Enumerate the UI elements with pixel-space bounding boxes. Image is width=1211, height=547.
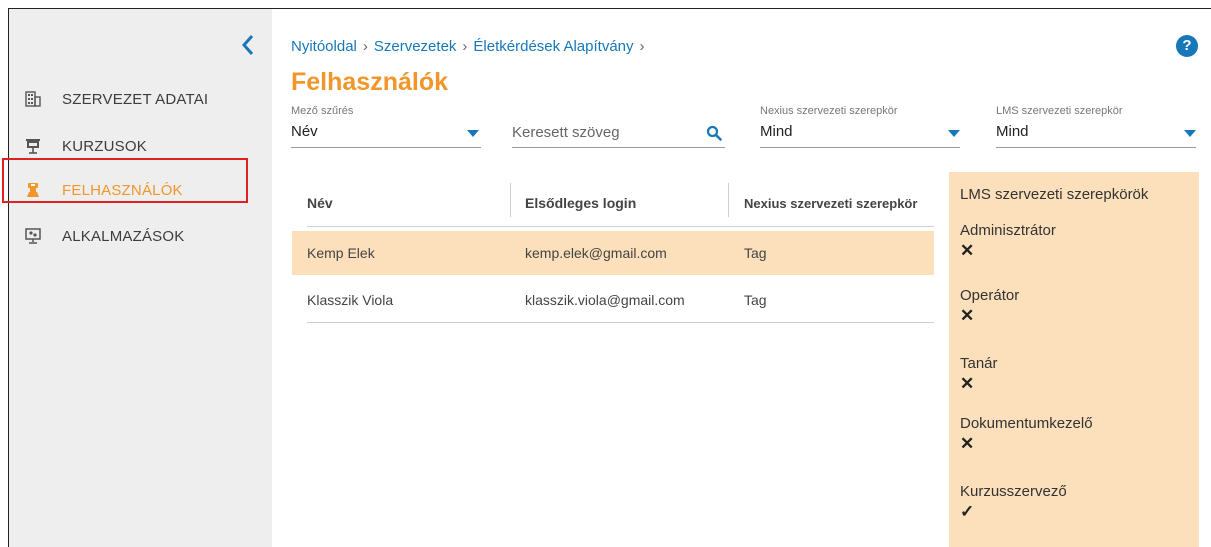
chevron-down-icon <box>467 130 479 137</box>
breadcrumb-link-organizations[interactable]: Szervezetek <box>374 38 457 55</box>
breadcrumb: Nyitóoldal › Szervezetek › Életkérdések … <box>291 38 651 55</box>
field-filter-select[interactable]: Mező szűrés Név <box>291 105 481 150</box>
lms-roles-panel-title: LMS szervezeti szerepkörök <box>960 186 1149 203</box>
chevron-right-icon: › <box>639 38 645 55</box>
nexius-role-filter-label: Nexius szervezeti szerepkör <box>760 105 898 117</box>
lms-role-filter-underline <box>996 147 1196 148</box>
lms-role-item: Dokumentumkezelő ✕ <box>960 415 1093 454</box>
search-underline <box>512 147 725 148</box>
column-divider <box>510 183 511 217</box>
column-divider <box>728 183 729 217</box>
lms-role-item: Kurzusszervező ✓ <box>960 483 1067 522</box>
sidebar-item-label: KURZUSOK <box>62 137 147 155</box>
chevron-right-icon: › <box>362 38 368 55</box>
cell-login: kemp.elek@gmail.com <box>525 245 667 261</box>
column-header-nexius-role[interactable]: Nexius szervezeti szerepkör <box>744 196 917 211</box>
sidebar-item-szervezet-adatai[interactable]: SZERVEZET ADATAI <box>9 81 272 117</box>
cell-login: klasszik.viola@gmail.com <box>525 292 685 308</box>
lms-roles-panel: LMS szervezeti szerepkörök Adminisztráto… <box>949 172 1199 547</box>
help-icon: ? <box>1182 37 1192 54</box>
column-header-login[interactable]: Elsődleges login <box>525 195 636 211</box>
lms-role-name: Kurzusszervező <box>960 483 1067 500</box>
cross-icon: ✕ <box>960 306 975 325</box>
field-filter-label: Mező szűrés <box>291 105 354 117</box>
nexius-role-filter-select[interactable]: Nexius szervezeti szerepkör Mind <box>760 105 960 150</box>
breadcrumb-link-home[interactable]: Nyitóoldal <box>291 38 357 55</box>
field-filter-underline <box>291 147 481 148</box>
cell-name: Kemp Elek <box>307 245 375 261</box>
cross-icon: ✕ <box>960 434 975 453</box>
collapse-sidebar-button[interactable] <box>238 31 258 59</box>
lms-role-name: Tanár <box>960 355 998 372</box>
field-filter-value: Név <box>291 123 318 140</box>
lms-role-filter-label: LMS szervezeti szerepkör <box>996 105 1123 117</box>
lms-role-name: Adminisztrátor <box>960 222 1056 239</box>
lms-role-item: Adminisztrátor ✕ <box>960 222 1056 261</box>
cell-name: Klasszik Viola <box>307 292 394 308</box>
cross-icon: ✕ <box>960 241 975 260</box>
table-header-divider <box>307 226 934 227</box>
nexius-role-filter-underline <box>760 147 960 148</box>
monitor-apps-icon <box>25 228 41 244</box>
chevron-down-icon <box>1184 130 1196 137</box>
check-icon: ✓ <box>960 502 975 521</box>
cell-role: Tag <box>744 292 767 308</box>
lms-role-filter-value: Mind <box>996 123 1029 140</box>
table-row[interactable]: Klasszik Viola klasszik.viola@gmail.com … <box>292 278 934 322</box>
help-button[interactable]: ? <box>1176 35 1198 57</box>
breadcrumb-link-organization[interactable]: Életkérdések Alapítvány <box>473 38 633 55</box>
lms-role-filter-select[interactable]: LMS szervezeti szerepkör Mind <box>996 105 1196 150</box>
page-title: Felhasználók <box>291 68 448 96</box>
cross-icon: ✕ <box>960 374 975 393</box>
search-input[interactable] <box>512 124 702 141</box>
lms-role-item: Tanár ✕ <box>960 355 998 394</box>
presentation-icon <box>25 138 41 154</box>
row-divider <box>307 322 934 323</box>
chevron-right-icon: › <box>462 38 468 55</box>
cell-role: Tag <box>744 245 767 261</box>
building-icon <box>25 91 41 107</box>
sidebar-item-alkalmazasok[interactable]: ALKALMAZÁSOK <box>9 218 272 254</box>
lms-role-name: Dokumentumkezelő <box>960 415 1093 432</box>
column-header-name[interactable]: Név <box>307 195 333 211</box>
lms-role-item: Operátor ✕ <box>960 287 1019 326</box>
table-row[interactable]: Kemp Elek kemp.elek@gmail.com Tag <box>292 231 934 275</box>
highlight-box <box>2 158 248 203</box>
chevron-left-icon <box>241 35 254 55</box>
sidebar: SZERVEZET ADATAI KURZUSOK FELHASZNÁLÓK A… <box>9 9 272 547</box>
sidebar-item-label: SZERVEZET ADATAI <box>62 90 209 108</box>
nexius-role-filter-value: Mind <box>760 123 793 140</box>
search-icon[interactable] <box>706 125 722 146</box>
chevron-down-icon <box>948 130 960 137</box>
sidebar-item-label: ALKALMAZÁSOK <box>62 227 185 245</box>
lms-role-name: Operátor <box>960 287 1020 304</box>
